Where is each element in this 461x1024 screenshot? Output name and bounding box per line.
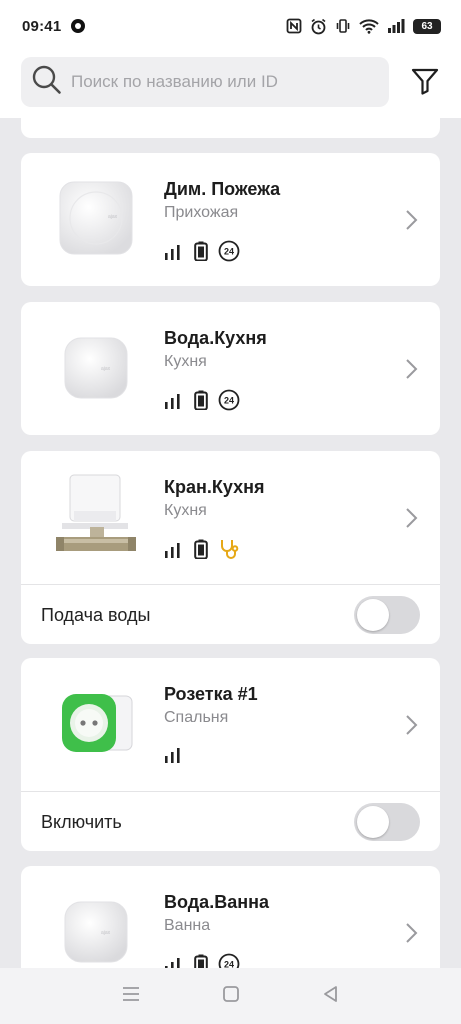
back-icon[interactable] <box>322 985 340 1008</box>
device-row[interactable]: ajax Вода.Ванна Ванна 24 <box>21 866 440 968</box>
alarm-icon <box>310 18 327 35</box>
home-icon[interactable] <box>222 985 240 1008</box>
24h-icon: 24 <box>218 240 240 267</box>
signal-icon <box>164 242 184 265</box>
signal-icon <box>164 745 184 768</box>
device-row[interactable]: Кран.Кухня Кухня <box>21 451 440 584</box>
search-icon <box>31 64 63 101</box>
system-nav-bar <box>0 968 461 1024</box>
search-box[interactable] <box>21 57 389 107</box>
device-room: Прихожая <box>164 204 239 221</box>
svg-text:24: 24 <box>224 960 234 969</box>
device-row[interactable]: Розетка #1 Спальня <box>21 658 440 791</box>
toggle-row-water-supply: Подача воды <box>21 585 440 644</box>
stethoscope-icon <box>218 538 240 565</box>
device-name: Розетка #1 <box>164 684 258 704</box>
search-header <box>0 52 461 118</box>
device-name: Вода.Ванна <box>164 892 269 912</box>
menu-icon[interactable] <box>121 985 141 1008</box>
device-status-icons <box>164 745 184 768</box>
svg-text:ajax: ajax <box>101 366 111 372</box>
device-row[interactable]: ajax Дим. Пожежа Прихожая 24 <box>21 153 440 286</box>
notification-icon <box>71 19 86 33</box>
filter-icon <box>410 66 440 101</box>
chevron-right-icon <box>404 358 418 385</box>
battery-icon <box>194 539 208 564</box>
device-room: Ванна <box>164 917 211 934</box>
device-name: Вода.Кухня <box>164 328 267 348</box>
device-name: Дим. Пожежа <box>164 179 281 199</box>
chevron-right-icon <box>404 922 418 949</box>
vibrate-icon <box>335 18 351 34</box>
water-supply-toggle[interactable] <box>354 596 420 634</box>
toggle-label: Включить <box>41 812 122 832</box>
device-image-socket <box>47 674 145 772</box>
svg-text:24: 24 <box>224 247 234 257</box>
nfc-icon <box>286 18 302 34</box>
device-card[interactable]: Розетка #1 Спальня Включить <box>21 658 440 851</box>
wifi-icon <box>359 18 379 34</box>
signal-icon <box>164 391 184 414</box>
device-card[interactable]: ajax Вода.Кухня Кухня 24 <box>21 302 440 435</box>
24h-icon: 24 <box>218 389 240 416</box>
battery-icon <box>194 390 208 415</box>
device-card-partial[interactable] <box>21 118 440 138</box>
svg-text:24: 24 <box>224 396 234 406</box>
device-card[interactable]: Кран.Кухня Кухня Подача воды <box>21 451 440 644</box>
device-image-leaks-protect: ajax <box>47 882 145 968</box>
svg-text:ajax: ajax <box>101 930 111 936</box>
device-status-icons: 24 <box>164 953 240 968</box>
device-image-fire-protect: ajax <box>47 169 145 267</box>
toggle-knob <box>357 599 389 631</box>
toggle-knob <box>357 806 389 838</box>
24h-icon: 24 <box>218 953 240 968</box>
device-status-icons <box>164 538 240 565</box>
power-toggle[interactable] <box>354 803 420 841</box>
device-card[interactable]: ajax Дим. Пожежа Прихожая 24 <box>21 153 440 286</box>
device-room: Кухня <box>164 502 207 519</box>
device-status-icons: 24 <box>164 240 240 267</box>
status-icons: 63 <box>286 18 441 35</box>
filter-button[interactable] <box>408 66 442 100</box>
status-bar: 09:41 63 <box>0 0 461 52</box>
chevron-right-icon <box>404 507 418 534</box>
toggle-row-power: Включить <box>21 792 440 851</box>
device-image-leaks-protect: ajax <box>47 318 145 416</box>
chevron-right-icon <box>404 209 418 236</box>
cell-signal-icon <box>387 19 405 33</box>
toggle-label: Подача воды <box>41 605 151 625</box>
search-input[interactable] <box>71 72 371 92</box>
device-name: Кран.Кухня <box>164 477 265 497</box>
device-image-water-stop <box>47 467 145 565</box>
svg-text:ajax: ajax <box>108 214 118 220</box>
battery-icon <box>194 954 208 968</box>
device-status-icons: 24 <box>164 389 240 416</box>
signal-icon <box>164 955 184 968</box>
device-room: Кухня <box>164 353 207 370</box>
clock: 09:41 <box>22 17 62 35</box>
battery-indicator: 63 <box>413 18 441 34</box>
device-list[interactable]: ajax Дим. Пожежа Прихожая 24 ajax Вода.К… <box>0 118 461 968</box>
battery-icon <box>194 241 208 266</box>
device-room: Спальня <box>164 709 229 726</box>
chevron-right-icon <box>404 714 418 741</box>
device-card[interactable]: ajax Вода.Ванна Ванна 24 <box>21 866 440 968</box>
signal-icon <box>164 540 184 563</box>
device-row[interactable]: ajax Вода.Кухня Кухня 24 <box>21 302 440 435</box>
